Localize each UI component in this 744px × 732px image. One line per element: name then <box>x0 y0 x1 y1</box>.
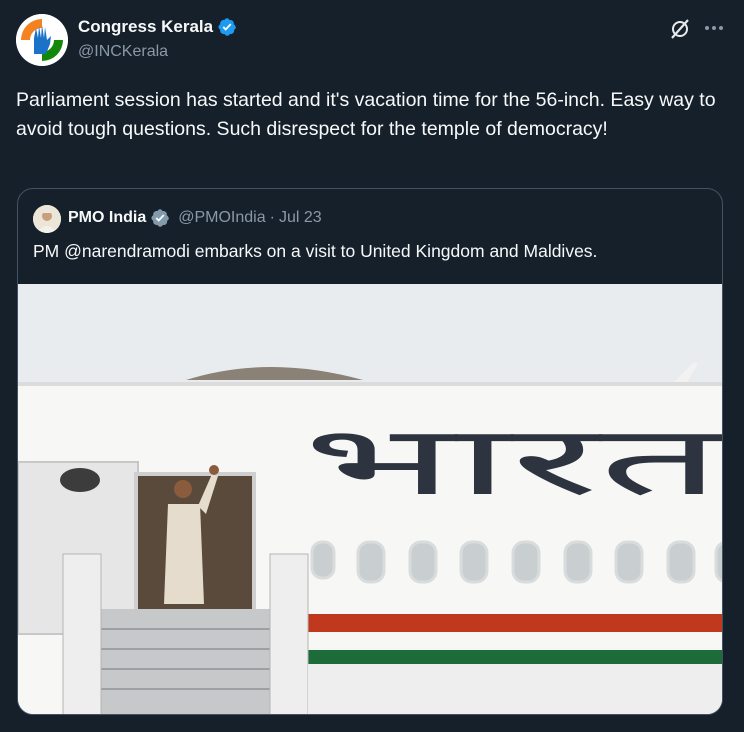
quoted-date[interactable]: Jul 23 <box>279 209 322 227</box>
quoted-photo-aircraft[interactable]: भारत <box>18 284 722 715</box>
avatar-congress-kerala[interactable] <box>16 14 68 66</box>
quoted-handle[interactable]: @PMOIndia <box>178 209 265 227</box>
more-icon[interactable] <box>702 16 726 40</box>
aircraft-lettering: भारत <box>303 405 722 517</box>
separator-dot: · <box>269 209 275 226</box>
quoted-tweet[interactable]: PMO India @PMOIndia · Jul 23 PM @narendr… <box>17 188 723 715</box>
display-name[interactable]: Congress Kerala <box>78 17 213 37</box>
quoted-avatar[interactable] <box>33 205 61 233</box>
grok-icon[interactable] <box>669 18 691 40</box>
quoted-display-name[interactable]: PMO India <box>68 209 146 227</box>
verified-badge-icon <box>218 18 237 36</box>
quoted-text: PM @narendramodi embarks on a visit to U… <box>33 241 598 261</box>
tweet[interactable]: Congress Kerala @INCKerala Parliament se… <box>0 0 744 732</box>
handle[interactable]: @INCKerala <box>78 43 168 61</box>
verified-badge-icon <box>151 209 170 227</box>
tweet-text: Parliament session has started and it's … <box>16 89 716 140</box>
